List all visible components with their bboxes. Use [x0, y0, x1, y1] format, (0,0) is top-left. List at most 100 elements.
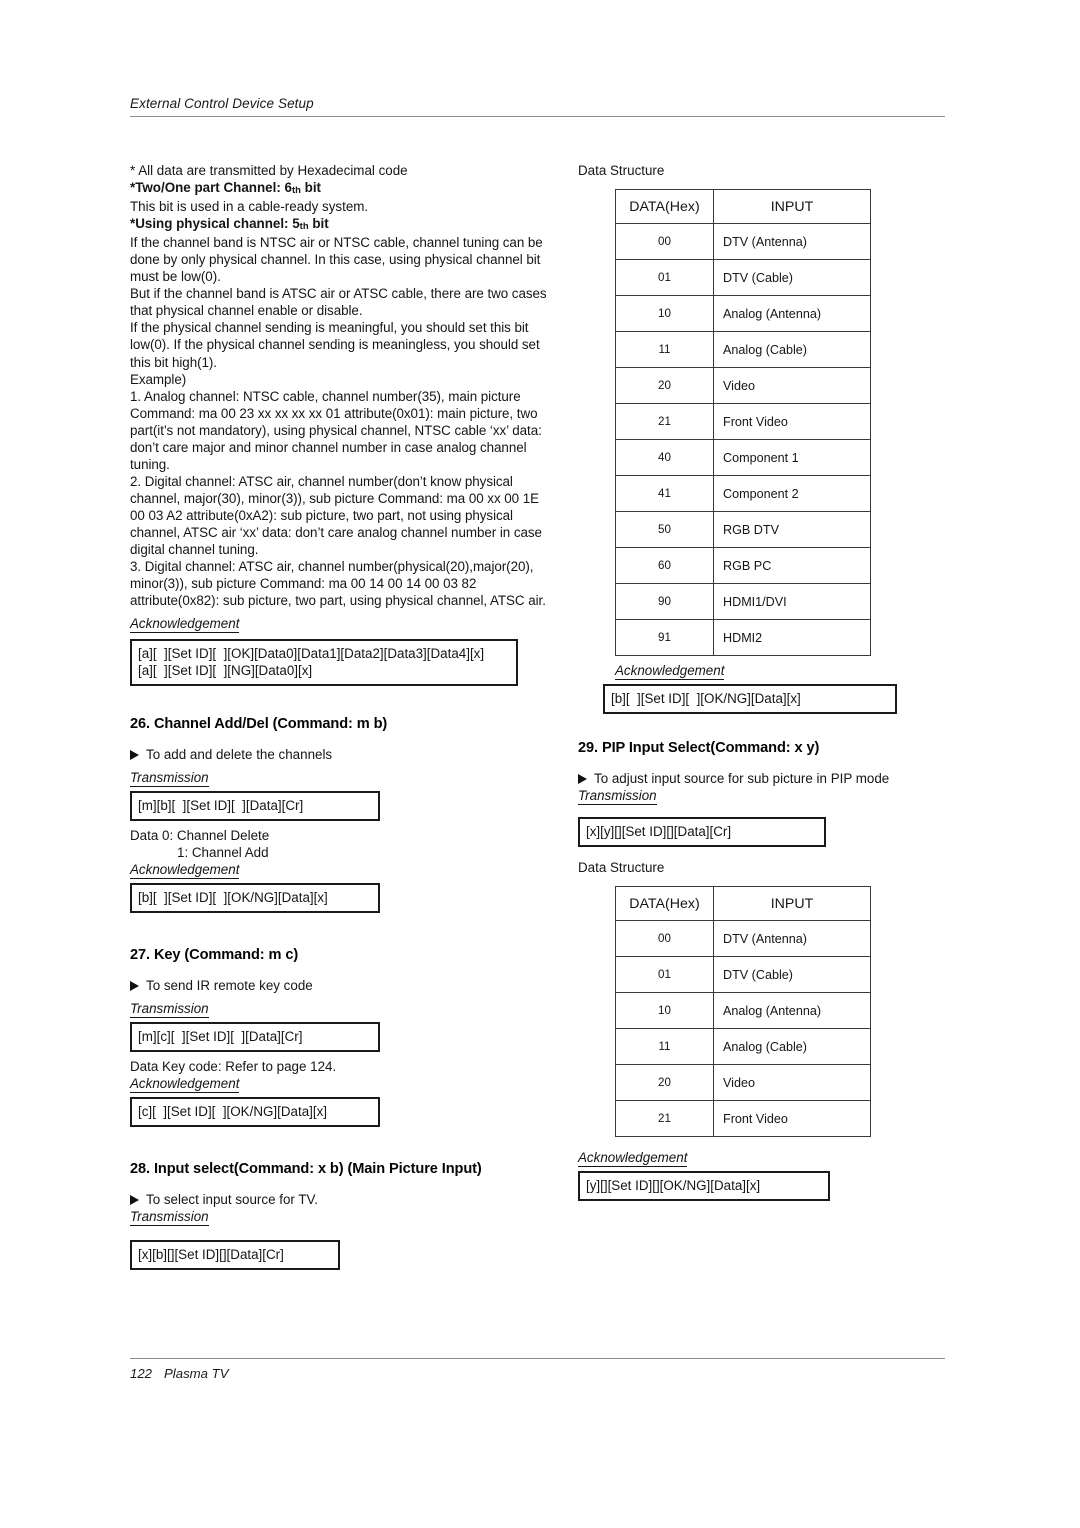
table2-header-input: INPUT: [713, 886, 871, 921]
table1-cell-input: HDMI1/DVI: [713, 583, 871, 620]
table1-cell-hex: 50: [615, 511, 714, 548]
table1-cell-input: HDMI2: [713, 619, 871, 656]
table1-cell-input: RGB PC: [713, 547, 871, 584]
using-physical-ordinal: th: [299, 221, 309, 233]
section-29-ack-box: [y][][Set ID][][OK/NG][Data][x]: [578, 1171, 830, 1201]
table1-header-hex: DATA(Hex): [615, 189, 714, 224]
right-ack-label-1-wrap: Acknowledgement: [615, 662, 950, 680]
table-row: 21 Front Video: [615, 1100, 871, 1137]
acknowledgement-box-25: [a][ ][Set ID][ ][OK][Data0][Data1][Data…: [130, 639, 518, 687]
note-two-one-part-channel: *Two/One part Channel: 6th bit: [130, 179, 550, 198]
section-26-ack-label: Acknowledgement: [130, 862, 240, 880]
footer-label: Plasma TV: [164, 1366, 229, 1381]
section-29-bullet-text: To adjust input source for sub picture i…: [594, 771, 890, 786]
table1-cell-hex: 21: [615, 403, 714, 440]
left-column: * All data are transmitted by Hexadecima…: [130, 162, 550, 1271]
table1-cell-input: Video: [713, 367, 871, 404]
table1-cell-hex: 41: [615, 475, 714, 512]
table2-cell-input: Front Video: [713, 1100, 871, 1137]
section-26-bullet-text: To add and delete the channels: [146, 747, 333, 763]
table2-cell-hex: 00: [615, 920, 714, 957]
example-item-2: 2. Digital channel: ATSC air, channel nu…: [130, 473, 542, 558]
page-header: External Control Device Setup: [130, 96, 945, 117]
table1-cell-input: Analog (Cable): [713, 331, 871, 368]
section-27-ack-label: Acknowledgement: [130, 1076, 240, 1094]
two-one-part-ordinal: th: [291, 185, 301, 197]
table-row: 40 Component 1: [615, 439, 871, 476]
table-row: 00 DTV (Antenna): [615, 223, 871, 260]
table1-cell-hex: 01: [615, 259, 714, 296]
section-27-heading: 27. Key (Command: m c): [130, 947, 299, 964]
table2-body: 00 DTV (Antenna) 01 DTV (Cable) 10 Analog (…: [615, 920, 871, 1137]
section-26-transmission-label: Transmission: [130, 770, 209, 788]
paragraph-atsc: But if the channel band is ATSC air or A…: [130, 286, 547, 319]
table2-header-hex: DATA(Hex): [615, 886, 714, 921]
table1-cell-input: RGB DTV: [713, 511, 871, 548]
paragraph-ntsc: If the channel band is NTSC air or NTSC …: [130, 235, 543, 285]
section-27-transmission-label: Transmission: [130, 1001, 209, 1019]
input-data-structure-table-2: DATA(Hex) INPUT 00 DTV (Antenna) 01 DTV (C…: [615, 886, 871, 1137]
section-26-ack-box: [b][ ][Set ID][ ][OK/NG][Data][x]: [130, 883, 380, 914]
table-row: 10 Analog (Antenna): [615, 992, 871, 1029]
section-28-bullet: To select input source for TV.: [130, 1191, 550, 1208]
header-divider: [130, 116, 945, 117]
section-28-transmission-label-wrap: Transmission: [130, 1208, 550, 1227]
table-row: 90 HDMI1/DVI: [615, 583, 871, 620]
right-ack-box-1: [b][ ][Set ID][ ][OK/NG][Data][x]: [603, 684, 897, 714]
table2-cell-input: Video: [713, 1064, 871, 1101]
section-28-transmission-label: Transmission: [130, 1209, 209, 1227]
table1-cell-hex: 00: [615, 223, 714, 260]
section-27-transmission-label-wrap: Transmission: [130, 1000, 550, 1019]
section-29-bullet: To adjust input source for sub picture i…: [578, 770, 950, 787]
section-28-transmission-box: [x][b][][Set ID][][Data][Cr]: [130, 1240, 340, 1271]
section-26-ack-text: [b][ ][Set ID][ ][OK/NG][Data][x]: [138, 890, 328, 906]
table-row: 01 DTV (Cable): [615, 259, 871, 296]
section-29-heading: 29. PIP Input Select(Command: x y): [578, 740, 820, 756]
table2-cell-input: DTV (Antenna): [713, 920, 871, 957]
section-26-data-line-1: Data 0: Channel Delete: [130, 828, 270, 844]
table-row: 21 Front Video: [615, 403, 871, 440]
section-29-ack-text: [y][][Set ID][][OK/NG][Data][x]: [586, 1178, 761, 1193]
table1-cell-hex: 90: [615, 583, 714, 620]
example-item-1: 1. Analog channel: NTSC cable, channel n…: [130, 388, 542, 472]
section-26-transmission-label-wrap: Transmission: [130, 769, 550, 788]
section-29-ack-label-wrap: Acknowledgement: [578, 1149, 950, 1167]
table1-header-input: INPUT: [713, 189, 871, 224]
page-footer: 122 Plasma TV: [130, 1358, 945, 1381]
table2-cell-input: Analog (Antenna): [713, 992, 871, 1029]
section-28-transmission-text: [x][b][][Set ID][][Data][Cr]: [138, 1247, 284, 1263]
example-label: Example): [130, 371, 187, 387]
table1-cell-input: DTV (Antenna): [713, 223, 871, 260]
section-27-bullet-text: To send IR remote key code: [146, 978, 313, 994]
table-row: 00 DTV (Antenna): [615, 920, 871, 957]
section-27-transmission-text: [m][c][ ][Set ID][ ][Data][Cr]: [138, 1029, 303, 1045]
section-26-ack-label-wrap: Acknowledgement: [130, 861, 550, 880]
table1-cell-input: Component 1: [713, 439, 871, 476]
section-27-bullet: To send IR remote key code: [130, 977, 550, 994]
table2-cell-input: Analog (Cable): [713, 1028, 871, 1065]
note-cable-ready: This bit is used in a cable-ready system…: [130, 199, 369, 215]
footer-divider: [130, 1358, 945, 1359]
right-column: Data Structure DATA(Hex) INPUT 00 DTV (An…: [578, 162, 950, 1201]
using-physical-label: *Using physical channel: 5: [130, 216, 300, 232]
table2-cell-hex: 01: [615, 956, 714, 993]
table-header-row: DATA(Hex) INPUT: [615, 886, 871, 921]
table1-cell-input: DTV (Cable): [713, 259, 871, 296]
ack-box-line-1: [a][ ][Set ID][ ][OK][Data0][Data1][Data…: [138, 646, 485, 662]
paragraph-meaningful: If the physical channel sending is meani…: [130, 320, 540, 370]
section-26-transmission-text: [m][b][ ][Set ID][ ][Data][Cr]: [138, 798, 304, 814]
two-one-part-unit: bit: [300, 180, 322, 196]
two-one-part-label: *Two/One part Channel: 6: [130, 180, 292, 196]
section-26-heading: 26. Channel Add/Del (Command: m b): [130, 716, 388, 733]
section-29-data-structure-label: Data Structure: [578, 860, 665, 875]
section-27-data-line: Data Key code: Refer to page 124.: [130, 1059, 337, 1075]
data-structure-label-1: Data Structure: [578, 163, 665, 178]
section-28-bullet-text: To select input source for TV.: [146, 1192, 318, 1208]
acknowledgement-label-wrap: Acknowledgement: [130, 615, 550, 634]
right-ack-box-1-text: [b][ ][Set ID][ ][OK/NG][Data][x]: [611, 691, 801, 706]
section-29-transmission-label: Transmission: [578, 788, 657, 805]
table-row: 91 HDMI2: [615, 619, 871, 656]
table-row: 20 Video: [615, 1064, 871, 1101]
section-28-heading: 28. Input select(Command: x b) (Main Pic…: [130, 1161, 482, 1178]
section-29-transmission-text: [x][y][][Set ID][][Data][Cr]: [586, 824, 732, 839]
